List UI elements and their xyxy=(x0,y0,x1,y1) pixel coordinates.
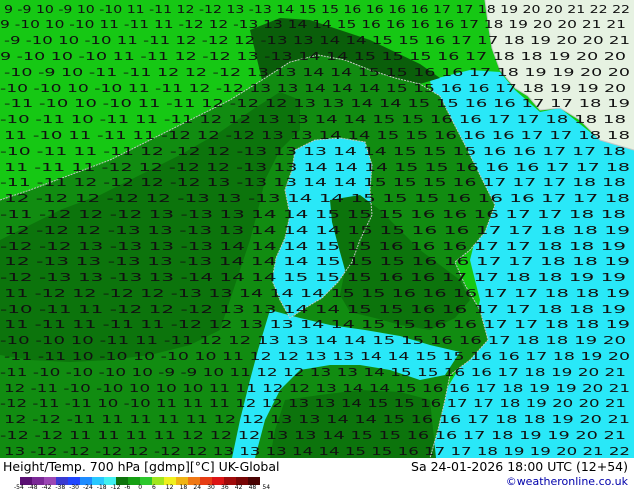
credit-link[interactable]: ©weatheronline.co.uk xyxy=(506,475,628,488)
contour-label-row: -10 -11 11 -11 12 -12 12 -13 13 13 14 14… xyxy=(0,145,626,158)
contour-label-row: 9 -10 10 -10 11 -11 12 -12 13 -13 14 14 … xyxy=(0,50,626,63)
contour-label-row: -10 -9 10 -11 -11 12 12 -12 13 13 14 14 … xyxy=(4,66,630,79)
map-footer: Height/Temp. 700 hPa [gdmp][°C] UK-Globa… xyxy=(0,458,634,491)
contour-label-row: 12 -11 -10 -10 10 10 10 11 11 12 12 13 1… xyxy=(4,382,630,395)
contour-labels: 9 -9 10 -9 10 -10 11 -11 12 -12 13 -13 1… xyxy=(0,3,630,458)
contour-label-row: -10 -10 10 -10 11 -11 12 -12 13 13 14 14… xyxy=(0,82,626,95)
contour-label-row: 11 -10 11 -11 11 -12 12 -12 13 13 14 14 … xyxy=(4,129,630,142)
contour-label-row: 11 -11 11 -11 11 -12 12 13 13 14 14 15 1… xyxy=(4,318,630,331)
contour-label-row: 11 -12 12 -12 12 -13 13 14 14 14 15 15 1… xyxy=(4,287,630,300)
contour-label-row: 11 -11 11 -12 12 -12 12 -13 13 14 14 14 … xyxy=(4,161,630,174)
contour-label-row: 13 -12 -12 -12 12 -12 12 13 13 13 14 14 … xyxy=(4,445,630,458)
contour-label-row: -11 -12 12 -12 13 -13 13 14 14 15 15 15 … xyxy=(0,208,626,221)
contour-label-row: 12 -12 12 -12 12 -13 13 -13 14 14 15 15 … xyxy=(4,192,630,205)
contour-label-row: -12 -12 11 11 11 11 12 12 12 13 13 14 15… xyxy=(0,429,626,442)
temperature-map: 9 -9 10 -9 10 -10 11 -11 12 -12 13 -13 1… xyxy=(0,0,634,458)
contour-label-row: -11 -10 -10 -10 10 -9 -9 10 11 12 12 13 … xyxy=(0,366,626,379)
contour-label-row: -11 -11 10 -10 10 -10 10 11 12 12 13 13 … xyxy=(4,350,630,363)
contour-label-row: 9 -9 10 -9 10 -10 11 -11 12 -12 13 -13 1… xyxy=(4,3,630,16)
valid-time: Sa 24-01-2026 18:00 UTC (12+54) xyxy=(411,459,628,474)
contour-label-row: -12 -11 -11 10 -10 11 11 11 12 12 13 13 … xyxy=(0,397,626,410)
contour-label-row: -10 -11 10 -11 11 -11 12 12 13 13 14 14 … xyxy=(0,113,626,126)
contour-label-row: 12 -12 -11 11 11 11 11 12 12 13 13 14 14… xyxy=(4,413,630,426)
contour-label-row: -12 -12 13 -13 13 -13 14 14 14 15 15 16 … xyxy=(0,240,626,253)
contour-label-row: -10 -10 10 -11 11 -11 12 12 13 13 14 14 … xyxy=(0,334,626,347)
contour-label-row: -11 -10 10 -10 11 -11 12 -12 12 13 13 14… xyxy=(4,97,630,110)
contour-label-row: -9 -10 10 -10 11 -11 12 -12 12 -13 13 14… xyxy=(4,34,630,47)
contour-label-row: -11 -11 12 -12 12 -12 13 -13 13 14 14 15… xyxy=(0,176,626,189)
contour-label-row: -10 -11 11 -12 12 -12 13 13 14 14 15 15 … xyxy=(0,303,626,316)
map-title: Height/Temp. 700 hPa [gdmp][°C] UK-Globa… xyxy=(3,459,280,474)
map-figure: 9 -9 10 -9 10 -10 11 -11 12 -12 13 -13 1… xyxy=(0,0,634,491)
contour-label-row: 12 -13 13 -13 13 -13 14 14 14 15 15 15 1… xyxy=(4,255,630,268)
contour-label-row: -12 -13 13 -13 13 -14 14 14 15 15 15 16 … xyxy=(0,271,626,284)
contour-label-row: 12 -12 12 -13 13 -13 13 14 14 14 15 15 1… xyxy=(4,224,630,237)
contour-label-row: 9 -10 10 -10 11 -11 11 -12 12 -13 13 14 … xyxy=(0,18,626,31)
